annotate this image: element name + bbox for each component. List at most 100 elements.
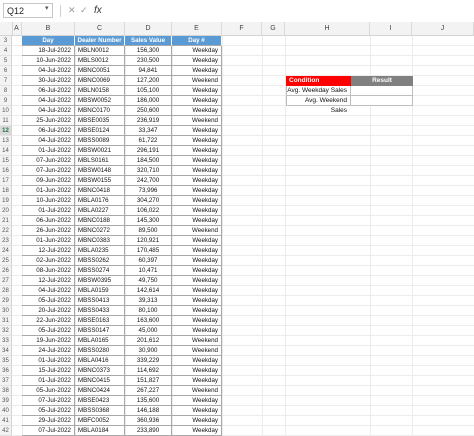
table-cell[interactable]: Weekday — [172, 426, 222, 436]
column-header-i[interactable]: I — [370, 22, 412, 35]
table-cell[interactable]: Weekday — [172, 96, 222, 106]
table-cell[interactable]: 304,270 — [125, 196, 172, 206]
table-cell[interactable]: MBLA0235 — [75, 246, 125, 256]
table-cell[interactable]: 30-Jul-2022 — [22, 76, 75, 86]
column-header-j[interactable]: J — [412, 22, 474, 35]
row-header[interactable]: 10 — [0, 106, 12, 116]
table-cell[interactable]: MBSS0089 — [75, 136, 125, 146]
table-cell[interactable]: 26-Jun-2022 — [22, 226, 75, 236]
table-cell[interactable]: MBSE0035 — [75, 116, 125, 126]
table-cell[interactable]: 61,722 — [125, 136, 172, 146]
table-cell[interactable]: MBLA0227 — [75, 206, 125, 216]
table-cell[interactable]: 45,000 — [125, 326, 172, 336]
table-cell[interactable]: MBNC0424 — [75, 386, 125, 396]
table-cell[interactable]: 146,188 — [125, 406, 172, 416]
table-cell[interactable]: MBSW0148 — [75, 166, 125, 176]
table-cell[interactable]: 94,841 — [125, 66, 172, 76]
table-cell[interactable]: 01-Jun-2022 — [22, 186, 75, 196]
row-header[interactable]: 22 — [0, 226, 12, 236]
table-cell[interactable]: MBLA0159 — [75, 286, 125, 296]
row-header[interactable]: 11 — [0, 116, 12, 126]
table-cell[interactable]: 12-Jul-2022 — [22, 246, 75, 256]
row-header[interactable]: 23 — [0, 236, 12, 246]
table-cell[interactable]: 201,612 — [125, 336, 172, 346]
table-cell[interactable]: 04-Jul-2022 — [22, 136, 75, 146]
row-header[interactable]: 35 — [0, 356, 12, 366]
table-cell[interactable]: 105,100 — [125, 86, 172, 96]
table-cell[interactable]: MBNC0188 — [75, 216, 125, 226]
table-cell[interactable]: 236,919 — [125, 116, 172, 126]
table-cell[interactable]: Weekday — [172, 66, 222, 76]
table-cell[interactable]: MBNC0383 — [75, 236, 125, 246]
table-cell[interactable]: MBSE0163 — [75, 316, 125, 326]
table-cell[interactable]: 242,700 — [125, 176, 172, 186]
table-cell[interactable]: Weekday — [172, 326, 222, 336]
table-cell[interactable]: Weekday — [172, 406, 222, 416]
table-cell[interactable]: 127,200 — [125, 76, 172, 86]
row-header[interactable]: 31 — [0, 316, 12, 326]
row-header[interactable]: 6 — [0, 66, 12, 76]
table-cell[interactable]: Weekday — [172, 46, 222, 56]
row-header[interactable]: 5 — [0, 56, 12, 66]
table-cell[interactable]: Weekday — [172, 236, 222, 246]
table-cell[interactable]: MBNC0272 — [75, 226, 125, 236]
table-cell[interactable]: 267,227 — [125, 386, 172, 396]
table-cell[interactable]: MBSS0433 — [75, 306, 125, 316]
table-cell[interactable]: Weekday — [172, 316, 222, 326]
table-cell[interactable]: 01-Jul-2022 — [22, 206, 75, 216]
row-header[interactable]: 42 — [0, 426, 12, 436]
column-header-f[interactable]: F — [222, 22, 262, 35]
table-cell[interactable]: 230,500 — [125, 56, 172, 66]
table-cell[interactable]: 39,313 — [125, 296, 172, 306]
condition-label[interactable]: Avg. Weekday Sales — [286, 86, 351, 96]
condition-label[interactable]: Avg. Weekend Sales — [286, 96, 351, 114]
confirm-icon[interactable]: ✓ — [80, 3, 88, 18]
table-cell[interactable]: 01-Jul-2022 — [22, 376, 75, 386]
row-header[interactable]: 18 — [0, 186, 12, 196]
table-cell[interactable]: 10,471 — [125, 266, 172, 276]
table-cell[interactable]: 19-Jun-2022 — [22, 336, 75, 346]
row-header[interactable]: 3 — [0, 36, 12, 46]
table-cell[interactable]: Weekday — [172, 356, 222, 366]
table-cell[interactable]: Weekday — [172, 276, 222, 286]
table-cell[interactable]: Weekend — [172, 386, 222, 396]
column-header-b[interactable]: B — [22, 22, 75, 35]
table-cell[interactable]: 07-Jul-2022 — [22, 396, 75, 406]
table-cell[interactable]: MBSW0021 — [75, 146, 125, 156]
row-header[interactable]: 25 — [0, 256, 12, 266]
table-cell[interactable]: 01-Jun-2022 — [22, 236, 75, 246]
table-cell[interactable]: MBLS0161 — [75, 156, 125, 166]
table-cell[interactable]: Weekday — [172, 196, 222, 206]
table-cell[interactable]: 08-Jun-2022 — [22, 266, 75, 276]
table-cell[interactable]: 250,600 — [125, 106, 172, 116]
table-cell[interactable]: 142,614 — [125, 286, 172, 296]
table-cell[interactable]: 20-Jul-2022 — [22, 306, 75, 316]
table-cell[interactable]: MBNC0418 — [75, 186, 125, 196]
result-header[interactable]: Result — [351, 76, 413, 86]
row-header[interactable]: 30 — [0, 306, 12, 316]
table-cell[interactable]: 07-Jun-2022 — [22, 166, 75, 176]
table-cell[interactable]: 89,500 — [125, 226, 172, 236]
row-header[interactable]: 28 — [0, 286, 12, 296]
table-cell[interactable]: MBNC0170 — [75, 106, 125, 116]
row-header[interactable]: 32 — [0, 326, 12, 336]
table-cell[interactable]: 10-Jun-2022 — [22, 196, 75, 206]
table-cell[interactable]: Weekday — [172, 146, 222, 156]
condition-header[interactable]: Condition — [286, 76, 351, 86]
table-cell[interactable]: Weekend — [172, 226, 222, 236]
table-cell[interactable]: MBSS0274 — [75, 266, 125, 276]
table-cell[interactable]: Weekend — [172, 346, 222, 356]
table-cell[interactable]: Weekday — [172, 86, 222, 96]
table-cell[interactable]: MBSW0395 — [75, 276, 125, 286]
table-header-cell[interactable]: Day — [22, 36, 75, 46]
table-cell[interactable]: 09-Jun-2022 — [22, 176, 75, 186]
table-cell[interactable]: 30,900 — [125, 346, 172, 356]
table-cell[interactable]: Weekday — [172, 366, 222, 376]
table-cell[interactable]: MBNC0051 — [75, 66, 125, 76]
row-header[interactable]: 24 — [0, 246, 12, 256]
table-cell[interactable]: 296,191 — [125, 146, 172, 156]
table-cell[interactable]: MBSW0052 — [75, 96, 125, 106]
column-header-g[interactable]: G — [262, 22, 285, 35]
table-cell[interactable]: 135,600 — [125, 396, 172, 406]
table-cell[interactable]: 106,022 — [125, 206, 172, 216]
